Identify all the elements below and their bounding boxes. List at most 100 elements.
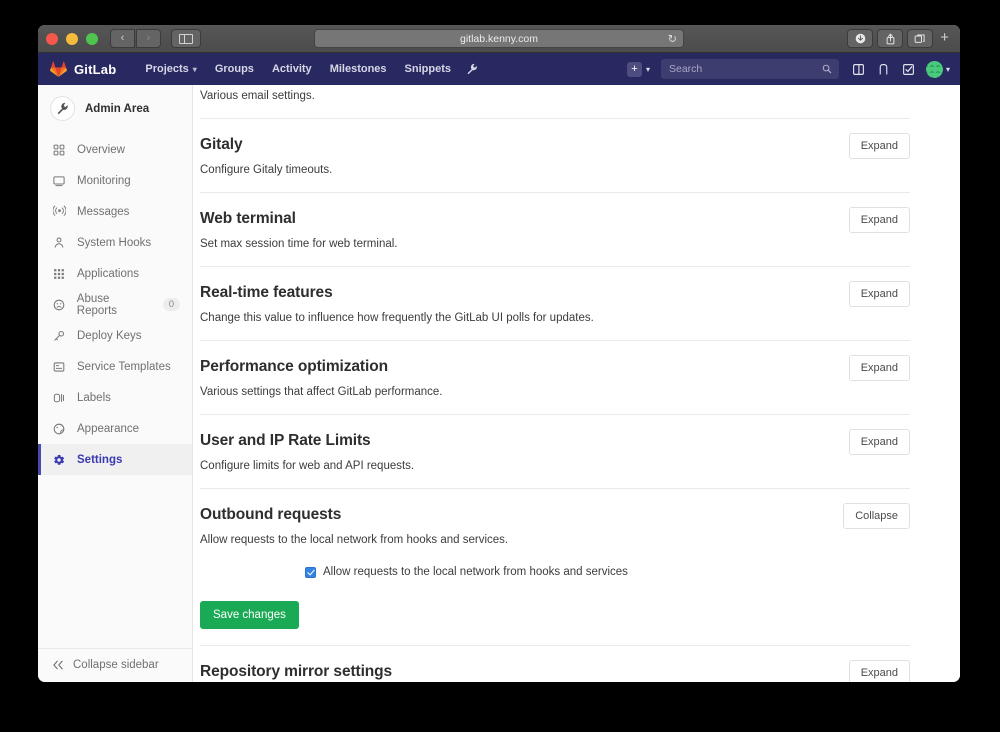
sidebar-item-label: Service Templates <box>77 360 171 373</box>
sidebar-item-appearance[interactable]: Appearance <box>38 413 192 444</box>
issues-icon[interactable] <box>848 58 870 80</box>
sidebar-header[interactable]: Admin Area <box>38 85 192 132</box>
sidebar-item-settings[interactable]: Settings <box>38 444 192 475</box>
section-description: Configure Gitaly timeouts. <box>200 164 333 176</box>
sidebar-item-monitoring[interactable]: Monitoring <box>38 165 192 196</box>
page-title: Admin Area <box>85 102 150 115</box>
sidebar-item-service-templates[interactable]: Service Templates <box>38 351 192 382</box>
settings-section-repository-mirror: Repository mirror settings Configure pus… <box>200 645 910 682</box>
avatar[interactable] <box>925 60 943 78</box>
nav-item-label: Projects <box>145 63 189 75</box>
sidebar-item-applications[interactable]: Applications <box>38 258 192 289</box>
window-controls <box>46 32 98 45</box>
outbound-requests-form: Allow requests to the local network from… <box>200 546 910 629</box>
tabs-icon[interactable] <box>907 29 934 48</box>
url-text: gitlab.kenny.com <box>459 32 538 45</box>
gear-icon <box>52 454 66 466</box>
expand-button-repository-mirror[interactable]: Expand <box>848 660 910 682</box>
key-icon <box>52 330 66 342</box>
expand-button-gitaly[interactable]: Expand <box>848 133 910 159</box>
settings-section-gitaly: Gitaly Configure Gitaly timeouts. Expand <box>200 118 910 192</box>
settings-section-performance-optimization: Performance optimization Various setting… <box>200 340 910 414</box>
close-window-button[interactable] <box>46 32 58 45</box>
section-title: Repository mirror settings <box>200 663 393 680</box>
sidebar-item-deploy-keys[interactable]: Deploy Keys <box>38 320 192 351</box>
minimize-window-button[interactable] <box>66 32 78 45</box>
address-bar[interactable]: gitlab.kenny.com ↻ <box>314 29 684 48</box>
expand-button-performance-optimization[interactable]: Expand <box>848 355 910 381</box>
collapse-sidebar-button[interactable]: Collapse sidebar <box>38 648 192 682</box>
back-button[interactable]: ‹ <box>110 29 135 48</box>
reload-icon[interactable]: ↻ <box>668 32 677 45</box>
broadcast-icon <box>52 205 66 218</box>
appearance-icon <box>52 423 66 435</box>
download-icon[interactable] <box>847 29 874 48</box>
navbar-menu: Projects ▾ Groups Activity Milestones Sn… <box>136 59 478 79</box>
section-title: Real-time features <box>200 284 333 301</box>
collapse-sidebar-label: Collapse sidebar <box>73 659 159 671</box>
plus-icon: + <box>626 61 642 77</box>
new-item-dropdown[interactable]: + ▾ <box>623 60 654 79</box>
settings-content: Various email settings. Gitaly Configure… <box>193 85 960 682</box>
sidebar-item-system-hooks[interactable]: System Hooks <box>38 227 192 258</box>
apps-icon <box>52 268 66 280</box>
settings-section-web-terminal: Web terminal Set max session time for we… <box>200 192 910 266</box>
search-box[interactable] <box>660 59 839 79</box>
allow-local-network-checkbox[interactable] <box>305 566 316 578</box>
gitlab-logo[interactable]: GitLab <box>44 61 122 77</box>
nav-item-snippets[interactable]: Snippets <box>396 59 460 79</box>
double-chevron-left-icon <box>52 660 64 670</box>
nav-item-activity[interactable]: Activity <box>263 59 321 79</box>
section-title: Web terminal <box>200 210 296 227</box>
chevron-down-icon: ▾ <box>645 64 650 74</box>
section-title: Gitaly <box>200 136 243 153</box>
sidebar-items: Overview Monitoring Messages System Hook… <box>38 132 192 475</box>
brand-name: GitLab <box>74 61 117 77</box>
sidebar-icon <box>179 33 193 44</box>
expand-button-user-ip-rate-limits[interactable]: Expand <box>848 429 910 455</box>
sidebar-item-labels[interactable]: Labels <box>38 382 192 413</box>
allow-local-network-checkbox-row[interactable]: Allow requests to the local network from… <box>200 566 910 578</box>
sidebar-item-abuse-reports[interactable]: Abuse Reports 0 <box>38 289 192 320</box>
partial-email-settings-text: Various email settings. <box>200 90 315 102</box>
sidebar-item-label: Settings <box>77 453 123 466</box>
settings-section-user-ip-rate-limits: User and IP Rate Limits Configure limits… <box>200 414 910 488</box>
sidebar-item-label: Labels <box>77 391 111 404</box>
section-title: User and IP Rate Limits <box>200 432 371 449</box>
labels-icon <box>52 392 66 404</box>
search-input[interactable] <box>668 63 831 75</box>
chevron-down-icon: ▾ <box>192 64 197 74</box>
sidebar-item-label: Applications <box>77 267 140 280</box>
sidebar-item-label: Messages <box>77 205 130 218</box>
sidebar-toggle-button[interactable] <box>171 29 201 48</box>
collapse-button-outbound-requests[interactable]: Collapse <box>843 503 910 529</box>
section-description: Allow requests to the local network from… <box>200 534 509 546</box>
expand-button-web-terminal[interactable]: Expand <box>848 207 910 233</box>
sidebar-item-label: Deploy Keys <box>77 329 142 342</box>
nav-item-groups[interactable]: Groups <box>206 59 263 79</box>
share-icon[interactable] <box>877 29 904 48</box>
nav-item-milestones[interactable]: Milestones <box>321 59 396 79</box>
sidebar-item-overview[interactable]: Overview <box>38 134 192 165</box>
nav-item-projects[interactable]: Projects ▾ <box>136 59 205 79</box>
section-description: Various settings that affect GitLab perf… <box>200 386 443 398</box>
todos-icon[interactable] <box>898 58 920 80</box>
section-description: Set max session time for web terminal. <box>200 238 398 250</box>
save-changes-button[interactable]: Save changes <box>200 601 299 629</box>
chevron-down-icon[interactable]: ▾ <box>946 65 950 74</box>
expand-button-real-time-features[interactable]: Expand <box>848 281 910 307</box>
new-tab-button[interactable]: + <box>937 29 952 48</box>
navbar-right: + ▾ ▾ <box>623 58 950 80</box>
admin-wrench-icon[interactable] <box>466 63 478 75</box>
hook-icon <box>52 237 66 249</box>
sidebar-item-label: Appearance <box>77 422 140 435</box>
maximize-window-button[interactable] <box>86 32 98 45</box>
sidebar-item-label: Monitoring <box>77 174 131 187</box>
abuse-icon <box>52 299 66 311</box>
monitor-icon <box>52 175 66 187</box>
sidebar-item-messages[interactable]: Messages <box>38 196 192 227</box>
merge-requests-icon[interactable] <box>873 58 895 80</box>
page-body: Admin Area Overview Monitoring Messages … <box>38 85 960 682</box>
section-description: Change this value to influence how frequ… <box>200 312 594 324</box>
forward-button[interactable]: › <box>136 29 161 48</box>
